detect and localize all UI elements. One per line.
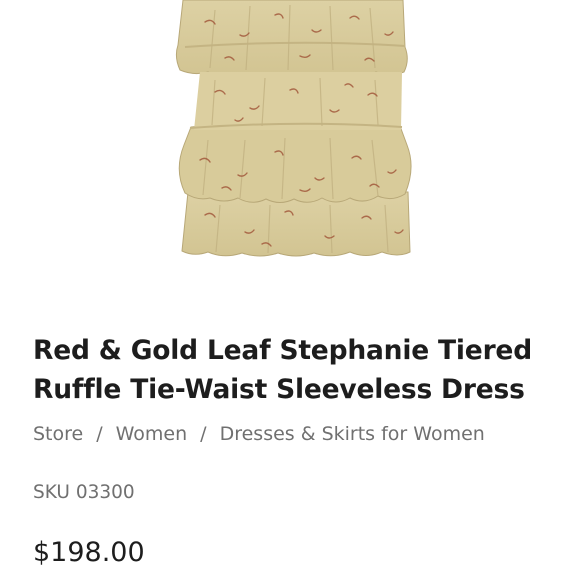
breadcrumb-link-women[interactable]: Women <box>116 423 188 445</box>
sku-label: SKU <box>33 482 70 503</box>
product-sku: SKU 03300 <box>33 480 135 506</box>
product-image[interactable] <box>0 0 580 300</box>
skirt-body <box>194 72 402 130</box>
product-title: Red & Gold Leaf Stephanie Tiered Ruffle … <box>33 335 532 405</box>
skirt-middle-ruffle <box>178 122 412 203</box>
breadcrumb: Store / Women / Dresses & Skirts for Women <box>33 421 485 447</box>
product-price: $198.00 <box>33 537 145 568</box>
breadcrumb-link-store[interactable]: Store <box>33 423 83 445</box>
breadcrumb-separator: / <box>96 423 103 445</box>
breadcrumb-separator: / <box>200 423 207 445</box>
skirt-illustration <box>175 0 412 257</box>
breadcrumb-link-dresses-skirts[interactable]: Dresses & Skirts for Women <box>220 423 485 445</box>
sku-value: 03300 <box>75 482 135 503</box>
